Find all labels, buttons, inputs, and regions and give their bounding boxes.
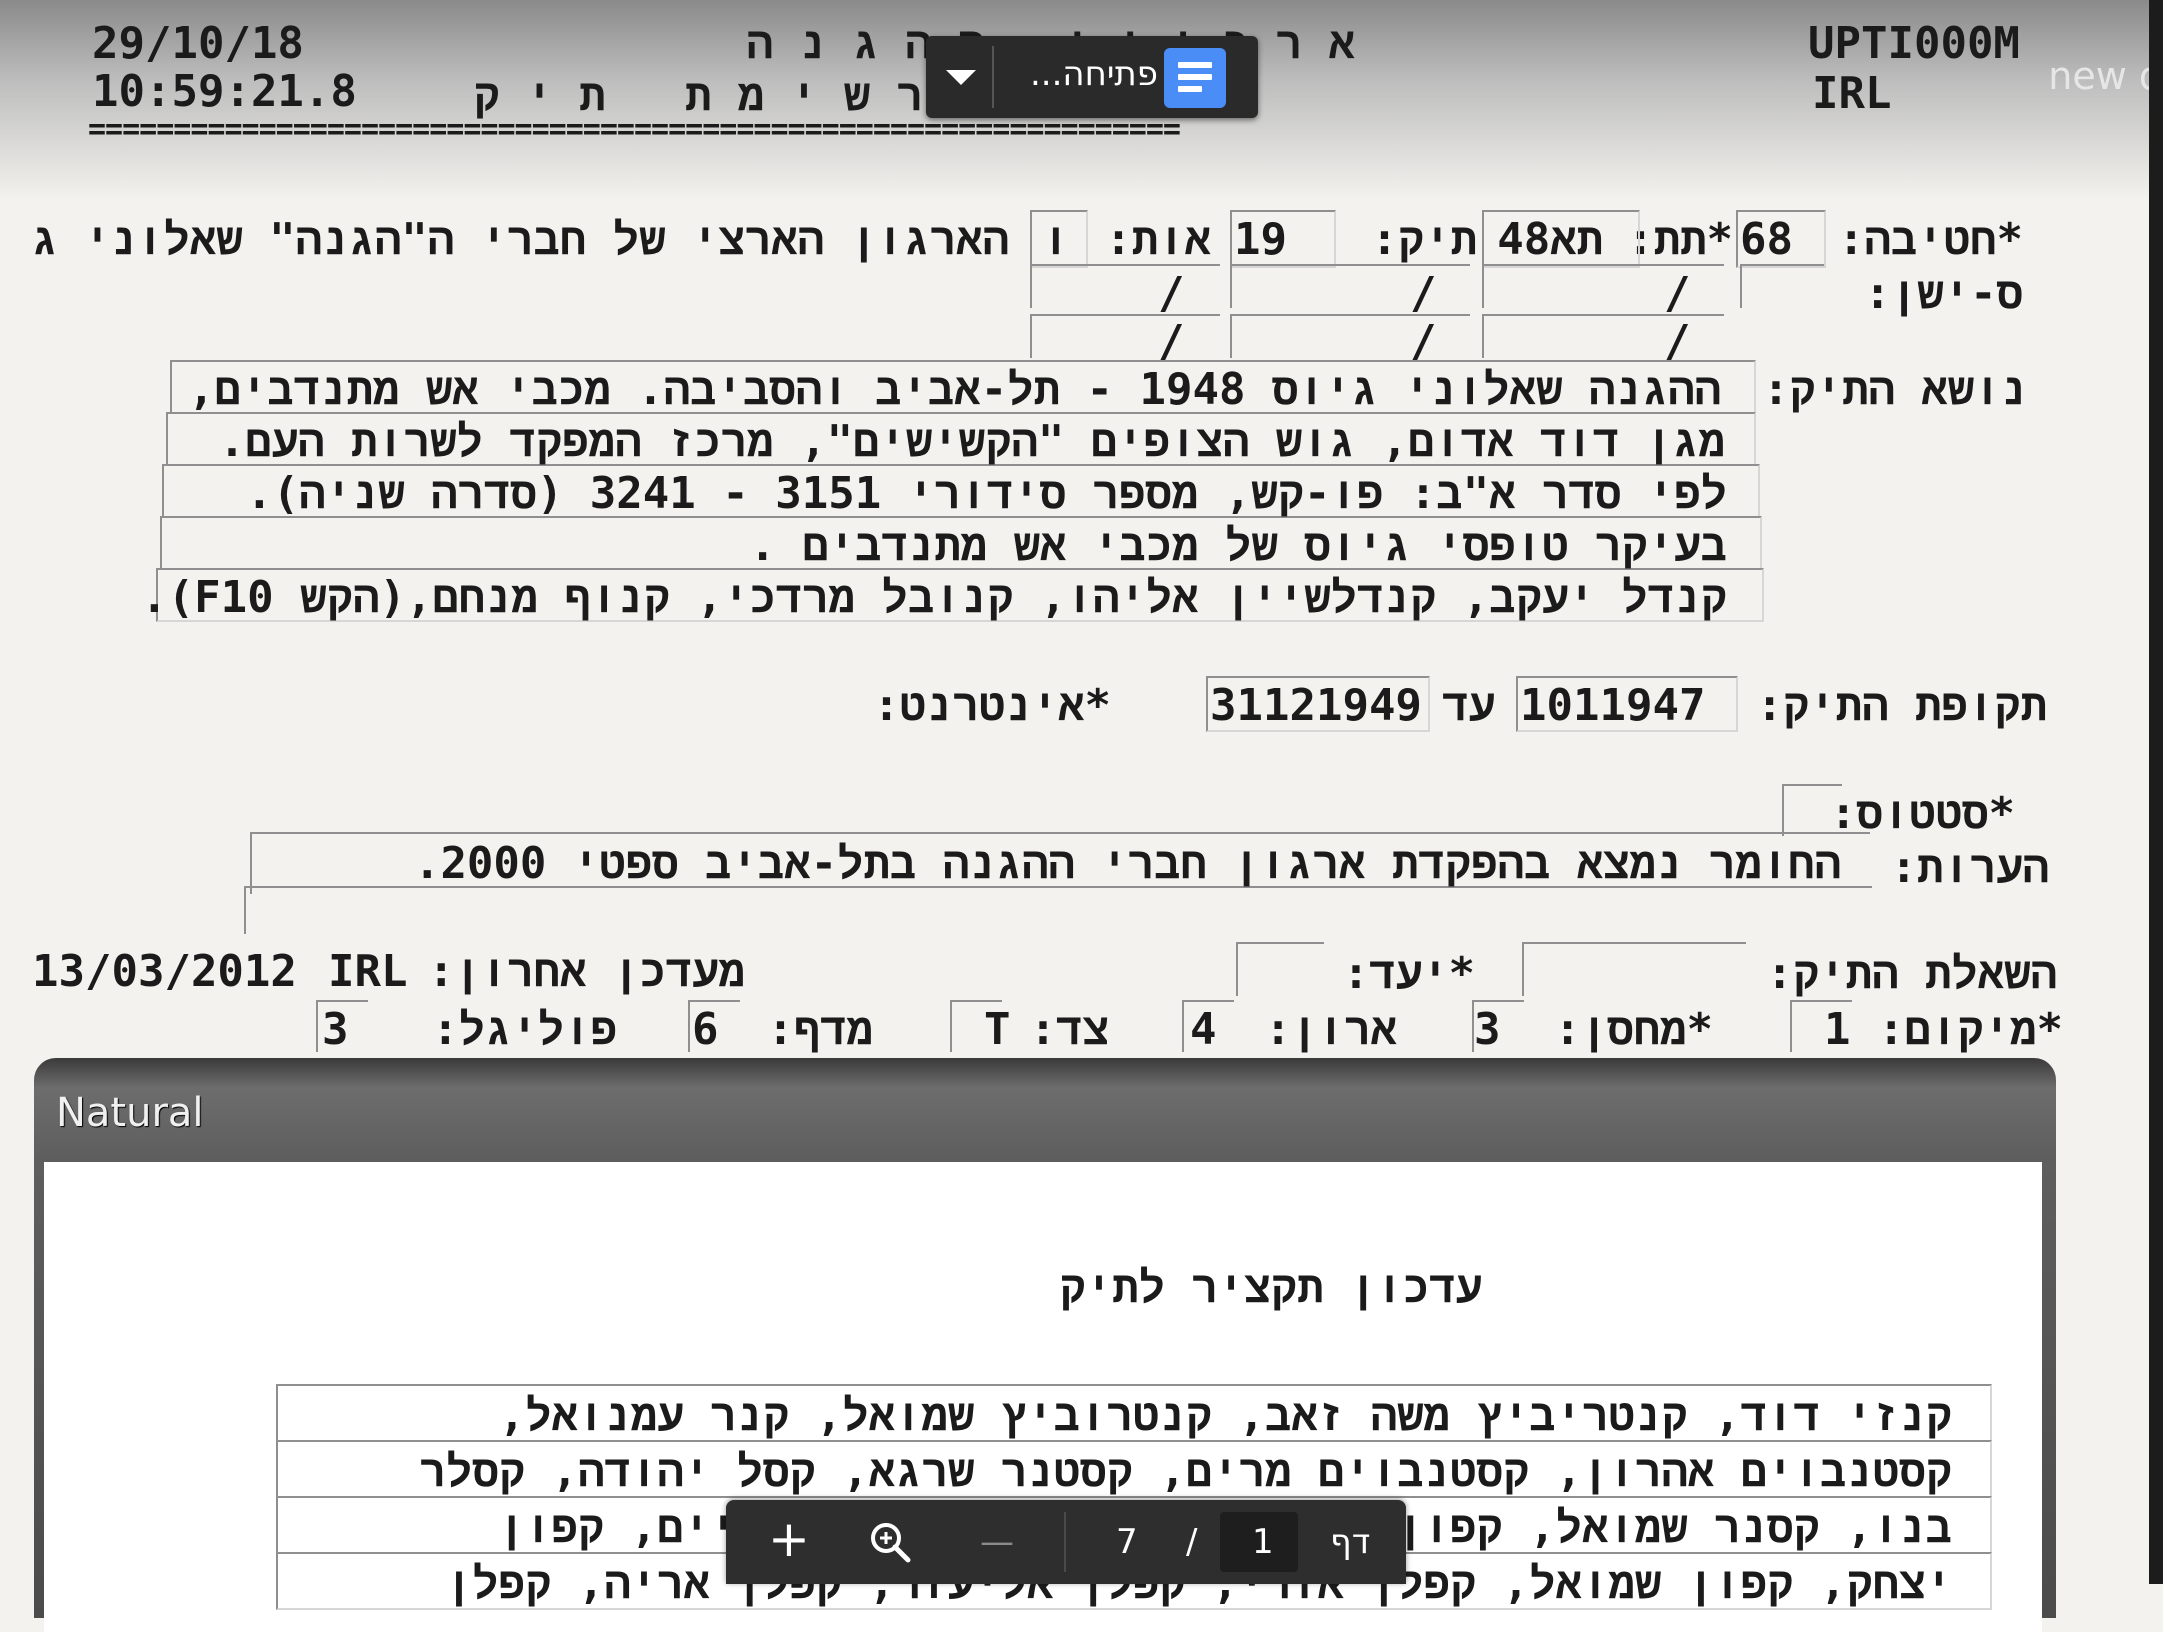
header-time: 10:59:21.8 <box>92 66 357 117</box>
slash: / <box>1410 268 1437 319</box>
loan-label: השאלת התיק: <box>1766 948 2057 999</box>
subject-text-4: בעיקר טופסי גיוס של מכבי אש מתנדבים . <box>749 520 1727 571</box>
brigade-value: 68 <box>1740 214 1793 265</box>
google-docs-icon <box>1164 48 1226 108</box>
subject-text-3: לפי סדר א"ב: פו-קש, מספר סידורי 3151 - 3… <box>246 468 1727 519</box>
subject-text-5: קנדל יעקב, קנדלשיין אליהו, קנובל מרדכי, … <box>141 572 1727 623</box>
old-sig-field-4[interactable] <box>1030 264 1220 308</box>
current-page[interactable]: 1 <box>1252 1522 1274 1562</box>
caret-down-icon[interactable] <box>946 70 976 85</box>
org-name: הארגון הארצי של חברי ה"הגנה" שאלוני ג <box>31 214 1009 265</box>
loan-field[interactable] <box>1522 942 1746 996</box>
subject-label: נושא התיק: <box>1762 364 2027 415</box>
zoom-out-button[interactable]: — <box>980 1522 1014 1562</box>
destination-label: *יעד: <box>1342 948 1475 999</box>
brigade-label: *חטיבה: <box>1837 214 2023 265</box>
location-value: 1 <box>1824 1004 1851 1055</box>
internet-label: *אינטרנט: <box>873 680 1111 731</box>
page-navigation-bar[interactable]: + — 7 / 1 דף <box>726 1500 1406 1584</box>
side-label: צד: <box>1029 1004 1109 1055</box>
last-update-label: מעדכן אחרון: <box>427 946 745 997</box>
page-divider: / <box>1186 1522 1198 1562</box>
subject-text-1: ההגנה שאלוני גיוס 1948 - תל-אביב והסביבה… <box>188 364 1721 415</box>
period-label: תקופת התיק: <box>1756 680 2047 731</box>
folio-label: פוליגל: <box>432 1004 617 1055</box>
destination-field[interactable] <box>1236 942 1324 996</box>
new-tab-fragment[interactable]: new d <box>2048 54 2163 98</box>
letter-label: אות: <box>1105 214 1211 265</box>
notes-label: הערות: <box>1890 842 2049 893</box>
warehouse-value: 3 <box>1474 1004 1501 1055</box>
last-update-user: IRL <box>328 946 408 997</box>
cabinet-value: 4 <box>1190 1004 1217 1055</box>
period-to: 31121949 <box>1210 680 1422 731</box>
period-to-label: עד <box>1442 680 1495 731</box>
cabinet-label: ארון: <box>1264 1004 1397 1055</box>
summary-heading: עדכון תקציר לתיק <box>1059 1262 1482 1313</box>
location-label: *מיקום: <box>1877 1004 2063 1055</box>
notes-field-2[interactable] <box>244 886 1872 934</box>
file-value: 19 <box>1234 214 1287 265</box>
page-label: דף <box>1330 1522 1371 1562</box>
open-with-toolbar[interactable]: פתיחה... <box>926 36 1258 118</box>
warehouse-label: *מחסן: <box>1554 1004 1713 1055</box>
shelf-value: 6 <box>692 1004 719 1055</box>
toolbar-divider <box>992 46 994 108</box>
summary-text-1: קנזי דוד, קנטריביץ משה זאב, קנטרוביץ שמו… <box>498 1390 1952 1441</box>
sub-value: תא48 <box>1497 214 1603 265</box>
zoom-in-icon[interactable] <box>868 1520 912 1564</box>
letter-value: ו <box>1042 214 1069 265</box>
sub-label: *תת: <box>1627 214 1733 265</box>
period-from: 1011947 <box>1520 680 1706 731</box>
window-edge <box>2149 0 2163 1584</box>
old-sig-field[interactable] <box>1740 264 1824 308</box>
old-sig-field-7[interactable] <box>1030 314 1220 358</box>
file-label: תיק: <box>1371 214 1477 265</box>
shelf-label: מדף: <box>767 1004 873 1055</box>
open-button[interactable]: פתיחה... <box>1030 54 1158 94</box>
old-signature-label: ס-ישן: <box>1864 268 2023 319</box>
system-code: UPTI000M <box>1808 18 2020 69</box>
total-pages: 7 <box>1116 1522 1138 1562</box>
header-date: 29/10/18 <box>92 18 304 69</box>
pager-divider <box>1064 1512 1066 1572</box>
last-update-date: 13/03/2012 <box>32 946 297 997</box>
folio-value: 3 <box>322 1004 349 1055</box>
slash: / <box>1664 268 1691 319</box>
side-value: T <box>984 1004 1011 1055</box>
slash: / <box>1158 268 1185 319</box>
natural-window-title: Natural <box>56 1090 204 1136</box>
summary-text-2: קסטנבוים אהרון, קסטנבוים מרים, קסטנר שרג… <box>419 1446 1952 1497</box>
subject-text-2: מגן דוד אדום, גוש הצופים "הקשישים", מרכז… <box>218 416 1725 467</box>
notes-value: החומר נמצא בהפקדת ארגון חברי ההגנה בתל-א… <box>413 838 1841 889</box>
zoom-in-button[interactable]: + <box>768 1510 810 1568</box>
